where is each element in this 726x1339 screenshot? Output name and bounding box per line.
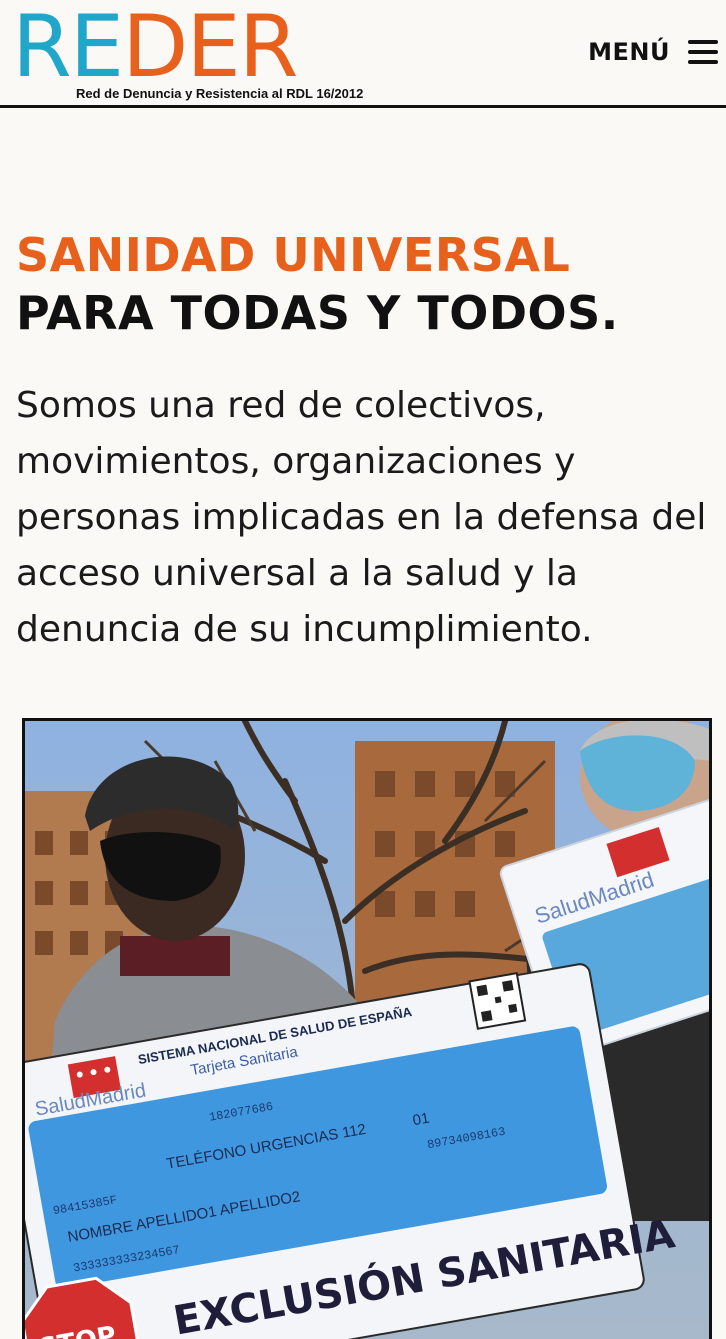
hero-headline: SANIDAD UNIVERSAL PARA TODAS Y TODOS. — [16, 226, 716, 342]
menu-label: MENÚ — [588, 38, 670, 66]
hamburger-icon — [688, 39, 718, 65]
menu-button[interactable]: MENÚ — [588, 30, 718, 74]
card-code-1: 01 — [411, 1110, 430, 1130]
headline-accent: SANIDAD UNIVERSAL — [16, 228, 571, 282]
site-header: REDER Red de Denuncia y Resistencia al R… — [0, 0, 726, 108]
headline-main: PARA TODAS Y TODOS. — [16, 286, 619, 340]
logo-wordmark: REDER — [12, 0, 298, 97]
protest-photo: SaludMadrid SISTEMA NACIONAL DE SALUD DE… — [22, 718, 712, 1339]
logo-tagline: Red de Denuncia y Resistencia al RDL 16/… — [76, 86, 364, 101]
hero-intro: Somos una red de colectivos, movimientos… — [16, 385, 707, 650]
site-logo[interactable]: REDER Red de Denuncia y Resistencia al R… — [12, 4, 412, 104]
